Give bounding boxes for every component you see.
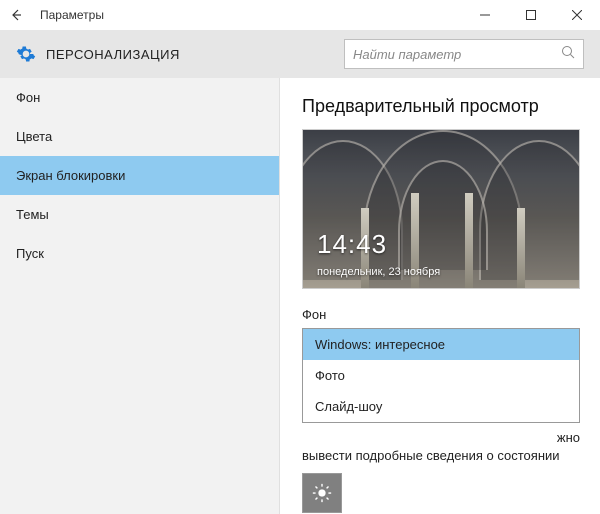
sidebar-item-start[interactable]: Пуск bbox=[0, 234, 279, 273]
sidebar-item-themes[interactable]: Темы bbox=[0, 195, 279, 234]
sidebar: Фон Цвета Экран блокировки Темы Пуск bbox=[0, 78, 280, 514]
dropdown-option-slideshow[interactable]: Слайд-шоу bbox=[303, 391, 579, 422]
search-input[interactable] bbox=[353, 47, 561, 62]
sidebar-item-colors[interactable]: Цвета bbox=[0, 117, 279, 156]
preview-heading: Предварительный просмотр bbox=[302, 96, 578, 117]
preview-date: понедельник, 23 ноября bbox=[317, 266, 440, 278]
dropdown-option-spotlight[interactable]: Windows: интересное bbox=[303, 329, 579, 360]
back-button[interactable] bbox=[0, 0, 32, 30]
search-icon bbox=[561, 45, 575, 64]
main: Фон Цвета Экран блокировки Темы Пуск Пре… bbox=[0, 78, 600, 514]
status-text-line: вывести подробные сведения о состоянии bbox=[302, 447, 580, 465]
status-text-partial-right: жно bbox=[302, 429, 580, 447]
maximize-icon bbox=[526, 10, 536, 20]
header: ПЕРСОНАЛИЗАЦИЯ bbox=[0, 30, 600, 78]
preview-image bbox=[303, 130, 579, 288]
close-button[interactable] bbox=[554, 0, 600, 30]
preview-time: 14:43 bbox=[317, 229, 387, 260]
arrow-left-icon bbox=[9, 8, 23, 22]
window-title: Параметры bbox=[40, 8, 462, 22]
minimize-icon bbox=[480, 10, 490, 20]
close-icon bbox=[572, 10, 582, 20]
lockscreen-preview: 14:43 понедельник, 23 ноября bbox=[302, 129, 580, 289]
sidebar-item-background[interactable]: Фон bbox=[0, 78, 279, 117]
search-box[interactable] bbox=[344, 39, 584, 69]
background-label: Фон bbox=[302, 307, 578, 322]
background-dropdown[interactable]: Windows: интересное Фото Слайд-шоу bbox=[302, 328, 580, 423]
content: Предварительный просмотр 14:43 понедельн… bbox=[280, 78, 600, 514]
dropdown-option-photo[interactable]: Фото bbox=[303, 360, 579, 391]
maximize-button[interactable] bbox=[508, 0, 554, 30]
detailed-status-app-button[interactable] bbox=[302, 473, 342, 513]
titlebar: Параметры bbox=[0, 0, 600, 30]
window-buttons bbox=[462, 0, 600, 30]
brightness-icon bbox=[311, 482, 333, 504]
page-title: ПЕРСОНАЛИЗАЦИЯ bbox=[46, 47, 344, 62]
sidebar-item-lockscreen[interactable]: Экран блокировки bbox=[0, 156, 279, 195]
gear-icon bbox=[16, 44, 36, 64]
minimize-button[interactable] bbox=[462, 0, 508, 30]
